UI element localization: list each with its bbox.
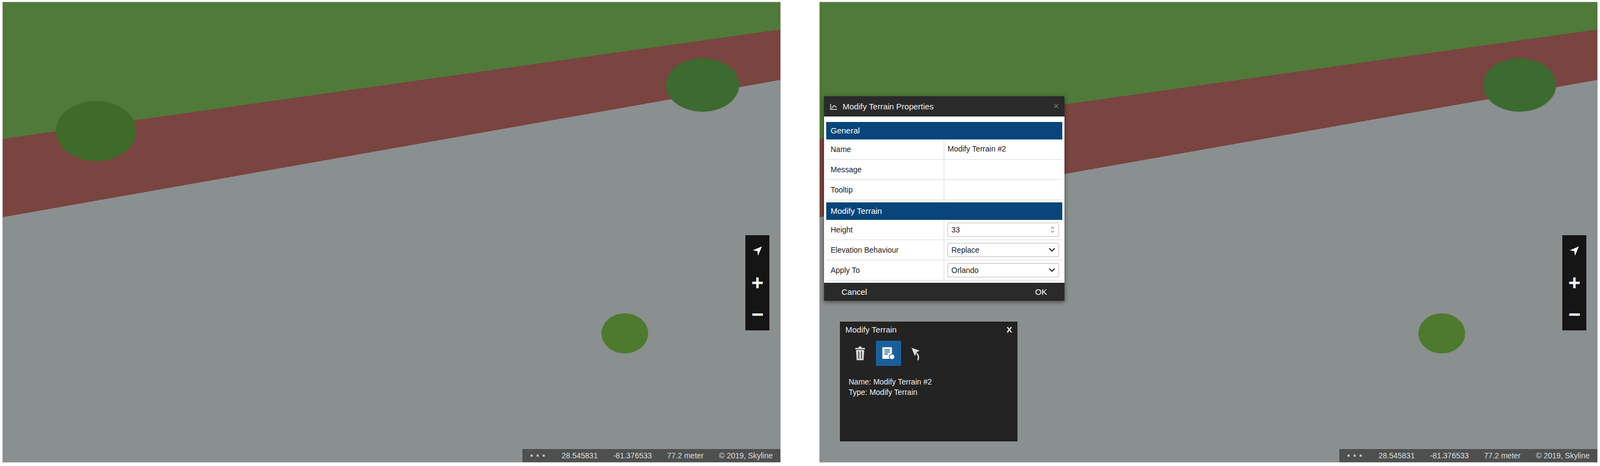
text-field[interactable] <box>947 183 1060 196</box>
select-arrow-icon <box>1567 244 1581 258</box>
info-line: Type: Modify Terrain <box>848 386 1009 398</box>
fly-to-icon <box>908 344 926 362</box>
close-button[interactable]: X <box>1006 324 1013 334</box>
properties-dialog: Modify Terrain Properties×GeneralNameMod… <box>824 96 1065 301</box>
chevron-down-icon <box>1048 267 1056 273</box>
toolbar <box>839 337 1018 369</box>
dropdown[interactable]: Orlando <box>947 262 1060 278</box>
map-view[interactable]: +− 28.545831 -81.376533 77.2 meter © 2019, S… <box>819 1 1598 463</box>
property-label: Apply To <box>826 260 945 280</box>
dialog-button[interactable]: OK <box>1034 286 1047 297</box>
dialog-footer: Cancel OK <box>824 282 1065 301</box>
info-line: Name: Modify Terrain #2 <box>848 376 1009 387</box>
text-field[interactable] <box>947 163 1060 176</box>
screen: +−28.545831-81.37653377.2 meter© 2019, S… <box>0 0 1600 466</box>
property-row: Apply ToOrlando <box>826 260 1063 281</box>
latitude: 28.545831 <box>1378 450 1415 460</box>
property-row: Tooltip <box>826 179 1063 200</box>
status-bar: 28.545831 -81.376533 77.2 meter © 2019, Sky… <box>522 448 781 462</box>
aerial-photo[interactable] <box>2 2 781 462</box>
property-label: Elevation Behaviour <box>826 239 945 260</box>
altitude: 77.2 meter <box>667 450 704 460</box>
tool-button[interactable] <box>904 340 930 366</box>
map-control-button[interactable]: − <box>1562 298 1587 331</box>
map-control-button[interactable] <box>745 234 770 267</box>
text-field[interactable]: Modify Terrain #2 <box>947 143 1060 156</box>
number-field[interactable]: 33 <box>947 222 1060 237</box>
map-controls: +− <box>1562 234 1587 331</box>
section-header: Modify Terrain <box>826 202 1063 220</box>
dropdown[interactable]: Replace <box>947 242 1060 257</box>
section-header: General <box>826 121 1063 140</box>
property-label: Message <box>826 159 945 180</box>
property-row: Elevation BehaviourReplace <box>826 239 1063 261</box>
map-control-button[interactable] <box>1562 234 1587 267</box>
map-view[interactable]: +− 28.545831 -81.376533 77.2 meter © 2019, S… <box>2 1 781 463</box>
info-panel: Modify TerrainX Name: Modify Terrain #2Ty… <box>839 321 1018 441</box>
chevron-down-icon <box>1048 247 1056 252</box>
longitude: -81.376533 <box>613 450 652 460</box>
properties-icon <box>880 344 897 362</box>
latitude: 28.545831 <box>561 450 598 460</box>
map-control-button[interactable]: + <box>745 266 770 299</box>
map-control-button[interactable]: − <box>745 298 770 331</box>
map-control-button[interactable]: + <box>1562 266 1587 299</box>
dots-icon <box>530 452 547 458</box>
copyright: © 2019, Skyline <box>1536 450 1590 460</box>
status-bar: 28.545831 -81.376533 77.2 meter © 2019, Sky… <box>1339 448 1598 462</box>
property-label: Height <box>826 219 945 240</box>
tool-button[interactable] <box>875 340 902 366</box>
map-controls: +− <box>745 234 770 331</box>
tool-button[interactable] <box>847 340 873 366</box>
info-panel-title[interactable]: Modify TerrainX <box>839 321 1018 338</box>
trash-icon <box>851 344 869 362</box>
property-label: Name <box>826 139 945 160</box>
property-label: Tooltip <box>826 179 945 200</box>
spinner-arrows-icon[interactable] <box>1049 225 1056 234</box>
close-button[interactable]: × <box>1053 100 1060 113</box>
dialog-button[interactable]: Cancel <box>841 286 868 297</box>
copyright: © 2019, Skyline <box>719 450 773 460</box>
altitude: 77.2 meter <box>1484 450 1521 460</box>
property-row: Message <box>826 159 1063 180</box>
select-arrow-icon <box>750 244 764 258</box>
property-row: Height33 <box>826 219 1063 240</box>
dialog-title-bar[interactable]: Modify Terrain Properties× <box>824 96 1065 117</box>
dots-icon <box>1346 452 1364 458</box>
property-row: NameModify Terrain #2 <box>826 139 1063 160</box>
longitude: -81.376533 <box>1430 450 1469 460</box>
terrain-icon <box>829 102 839 111</box>
